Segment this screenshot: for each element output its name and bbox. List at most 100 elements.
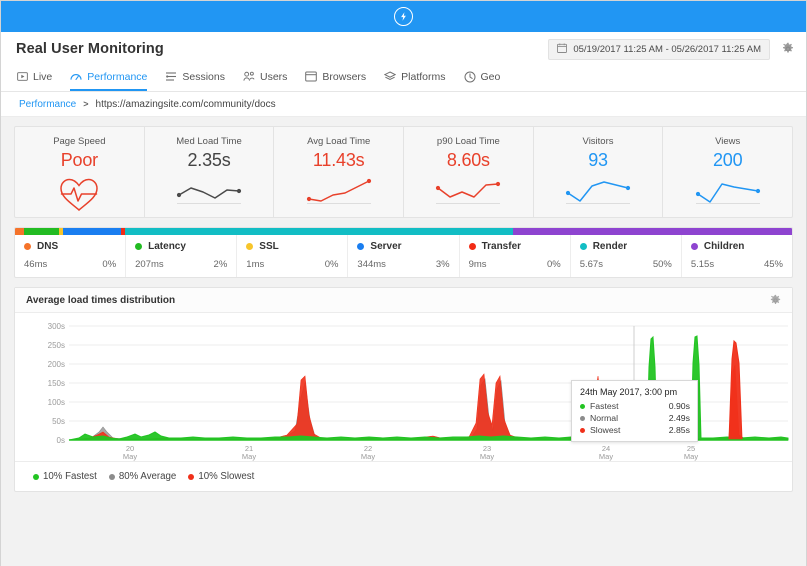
tooltip-row-value: 0.90s: [668, 401, 690, 411]
tab-users[interactable]: Users: [243, 66, 287, 91]
date-range-picker[interactable]: 05/19/2017 11:25 AM - 05/26/2017 11:25 A…: [548, 38, 770, 60]
tooltip-row-slowest: Slowest 2.85s: [580, 425, 690, 435]
svg-text:200s: 200s: [48, 360, 65, 369]
metric-card-visitors[interactable]: Visitors 93: [534, 127, 664, 217]
main-content: Page Speed Poor Med Load Time 2.35s Avg …: [1, 117, 806, 566]
tab-performance-label: Performance: [87, 70, 148, 83]
metric-label: Views: [715, 136, 741, 147]
tab-platforms-label: Platforms: [401, 70, 446, 83]
sparkline-p90-load-time: [432, 175, 504, 205]
breakdown-percent: 45%: [763, 259, 783, 270]
svg-text:50s: 50s: [52, 417, 65, 426]
users-icon: [243, 71, 255, 83]
metric-value: 93: [588, 150, 608, 170]
legend-slowest-dot: [188, 473, 195, 480]
tooltip-row-value: 2.49s: [668, 413, 690, 423]
tab-platforms[interactable]: Platforms: [384, 66, 446, 91]
breakdown-percent: 3%: [435, 259, 450, 270]
breakdown-col-server: Server 344ms 3%: [348, 235, 460, 277]
title-bar-actions: 05/19/2017 11:25 AM - 05/26/2017 11:25 A…: [548, 38, 796, 60]
legend-label: 10% Fastest: [43, 471, 97, 482]
latency-color-dot: [135, 243, 143, 250]
metric-label: Page Speed: [53, 136, 106, 147]
tab-browsers-label: Browsers: [322, 70, 367, 83]
legend-item-fastest[interactable]: 10% Fastest: [33, 471, 97, 482]
transfer-color-dot: [468, 243, 476, 250]
svg-text:May: May: [480, 452, 494, 461]
metric-label: Visitors: [582, 136, 614, 147]
tooltip-normal-dot: [580, 415, 585, 421]
breakdown-time: 344ms: [357, 259, 386, 270]
timing-breakdown: DNS 46ms 0% Latency 207ms 2% SSL 1ms 0%: [14, 227, 793, 278]
chart-panel-header: Average load times distribution: [15, 288, 792, 313]
tab-sessions-label: Sessions: [182, 70, 225, 83]
tab-sessions[interactable]: Sessions: [165, 66, 225, 91]
breakdown-percent: 2%: [213, 259, 228, 270]
svg-text:300s: 300s: [48, 322, 65, 331]
svg-text:150s: 150s: [48, 379, 65, 388]
lightning-bolt-circle-icon: [394, 7, 413, 26]
chart-legend: 10% Fastest 80% Average 10% Slowest: [15, 461, 792, 491]
breakdown-time: 5.67s: [579, 259, 603, 270]
metric-card-med-load-time[interactable]: Med Load Time 2.35s: [145, 127, 275, 217]
tooltip-row-label: Fastest: [590, 401, 619, 411]
live-play-icon: [16, 71, 28, 83]
segment-render: [124, 228, 513, 235]
metric-cards: Page Speed Poor Med Load Time 2.35s Avg …: [14, 126, 793, 218]
chart-plot-area[interactable]: 300s 250s 200s 150s 100s 50s 0s 20 May 2…: [15, 313, 792, 461]
metric-value: 2.35s: [187, 150, 231, 170]
breadcrumb-root-link[interactable]: Performance: [19, 99, 76, 110]
dns-color-dot: [24, 243, 31, 250]
tooltip-slowest-dot: [580, 427, 585, 433]
tab-browsers[interactable]: Browsers: [305, 66, 366, 91]
breakdown-time: 207ms: [135, 259, 164, 270]
breakdown-percent: 0%: [324, 259, 339, 270]
browser-window-icon: [305, 71, 318, 83]
metric-card-page-speed[interactable]: Page Speed Poor: [15, 127, 145, 217]
chart-tooltip: 24th May 2017, 3:00 pm Fastest 0.90s Nor…: [571, 380, 698, 442]
breakdown-time: 5.15s: [690, 259, 715, 270]
metric-label: p90 Load Time: [436, 136, 500, 147]
segment-server: [63, 228, 122, 235]
breakdown-col-ssl: SSL 1ms 0%: [237, 235, 349, 277]
metric-card-views[interactable]: Views 200: [663, 127, 792, 217]
legend-item-slowest[interactable]: 10% Slowest: [188, 471, 254, 482]
tab-geo[interactable]: Geo: [464, 66, 501, 91]
tab-users-label: Users: [259, 70, 288, 83]
legend-fastest-dot: [33, 473, 39, 480]
tooltip-row-normal: Normal 2.49s: [580, 413, 690, 423]
tooltip-row-fastest: Fastest 0.90s: [580, 401, 690, 411]
sparkline-visitors: [562, 175, 634, 205]
tooltip-title: 24th May 2017, 3:00 pm: [580, 387, 678, 397]
chart-title: Average load times distribution: [26, 294, 176, 306]
tab-geo-label: Geo: [480, 70, 501, 83]
metric-value: Poor: [60, 150, 98, 170]
breakdown-name: Render: [592, 241, 628, 252]
heart-pulse-icon: [57, 175, 101, 213]
breadcrumb: Performance > https://amazingsite.com/co…: [1, 92, 806, 117]
breakdown-name: Children: [703, 241, 745, 252]
breadcrumb-separator: >: [83, 99, 89, 109]
legend-item-average[interactable]: 80% Average: [108, 471, 176, 482]
globe-clock-icon: [464, 71, 476, 83]
sparkline-avg-load-time: [303, 175, 375, 205]
breakdown-percent: 50%: [652, 259, 672, 270]
tooltip-row-label: Normal: [590, 413, 618, 423]
tab-live[interactable]: Live: [16, 66, 52, 91]
segment-dns: [15, 228, 25, 235]
metric-card-p90-load-time[interactable]: p90 Load Time 8.60s: [404, 127, 534, 217]
svg-text:100s: 100s: [48, 398, 65, 407]
metric-card-avg-load-time[interactable]: Avg Load Time 11.43s: [274, 127, 405, 217]
breakdown-col-children: Children 5.15s 45%: [682, 235, 792, 277]
sparkline-views: [692, 175, 764, 205]
breakdown-time: 46ms: [24, 259, 48, 270]
settings-gear-icon[interactable]: [780, 41, 796, 57]
breakdown-name: DNS: [37, 241, 59, 252]
breakdown-name: Server: [370, 241, 402, 252]
breakdown-time: 1ms: [246, 259, 265, 270]
chart-panel: Average load times distribution 300s 250…: [14, 287, 793, 492]
timing-breakdown-bar: [15, 228, 792, 235]
tab-performance[interactable]: Performance: [70, 66, 148, 91]
metric-label: Avg Load Time: [307, 136, 371, 147]
chart-settings-gear-icon[interactable]: [767, 292, 783, 308]
